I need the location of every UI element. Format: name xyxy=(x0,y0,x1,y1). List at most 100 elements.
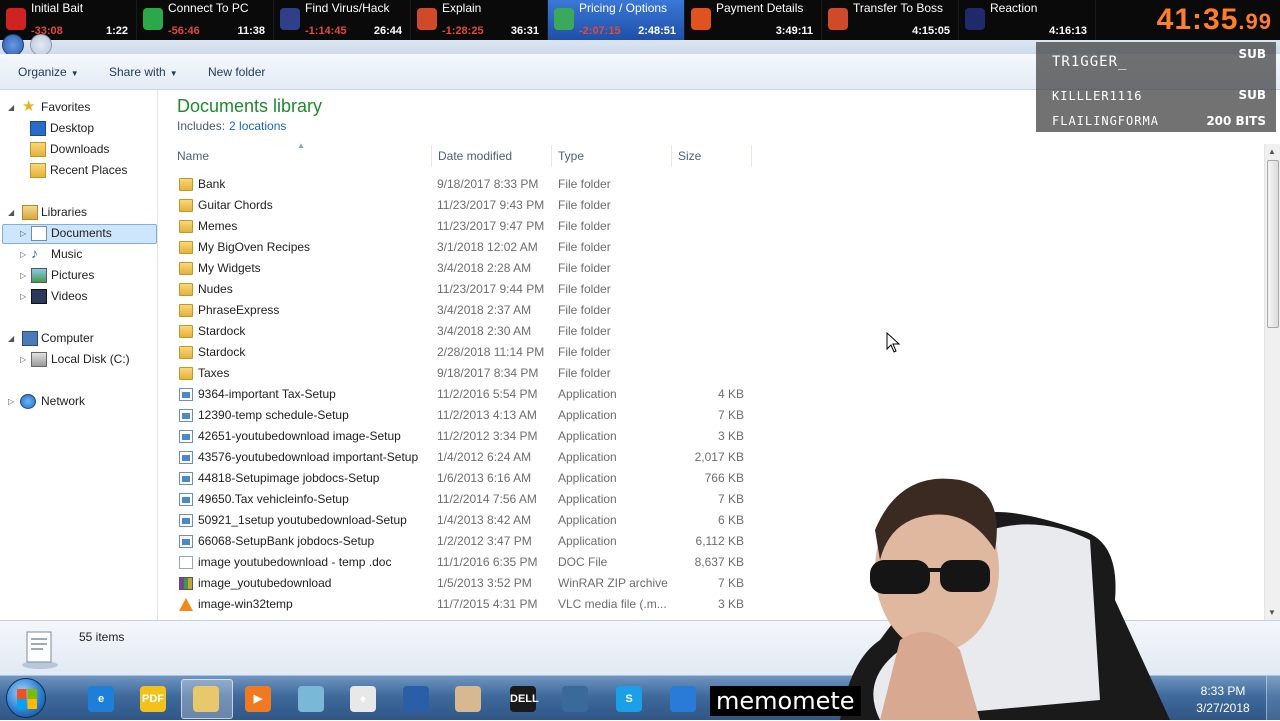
file-type: File folder xyxy=(558,177,611,191)
media-player-icon[interactable]: ▶ xyxy=(235,681,281,717)
expand-icon[interactable]: ▷ xyxy=(20,350,26,369)
file-row[interactable]: Memes 11/23/2017 9:47 PM File folder xyxy=(177,216,757,237)
explorer-icon-glyph xyxy=(193,686,219,712)
column-header-date[interactable]: Date modified xyxy=(438,149,512,163)
file-row[interactable]: Stardock 3/4/2018 2:30 AM File folder xyxy=(177,321,757,342)
documents-icon xyxy=(31,226,47,241)
app-icon xyxy=(179,409,193,422)
file-name: Nudes xyxy=(198,282,233,296)
dell-icon[interactable]: DELL xyxy=(500,681,546,717)
split-time: 2:48:51 xyxy=(638,25,676,37)
file-row[interactable]: My BigOven Recipes 3/1/2018 12:02 AM File … xyxy=(177,237,757,258)
solitaire-icon[interactable]: ♠ xyxy=(340,681,386,717)
file-name: 50921_1setup youtubedownload-Setup xyxy=(198,513,407,527)
column-header-size[interactable]: Size xyxy=(678,149,701,163)
file-row[interactable]: Nudes 11/23/2017 9:44 PM File folder xyxy=(177,279,757,300)
file-date: 2/28/2018 11:14 PM xyxy=(437,345,545,359)
share-with-button[interactable]: Share with ▼ xyxy=(109,65,178,79)
column-separator[interactable] xyxy=(751,145,752,167)
file-name: 43576-youtubedownload important-Setup xyxy=(198,450,419,464)
libraries-icon xyxy=(22,205,38,220)
file-size: 8,637 KB xyxy=(694,555,744,569)
browser-icon[interactable] xyxy=(660,681,706,717)
notepad-icon[interactable] xyxy=(288,681,334,717)
scrollbar-thumb[interactable] xyxy=(1267,160,1279,328)
split-delta: -1:28:25 xyxy=(442,25,484,37)
recent-places-icon xyxy=(30,163,46,178)
downloads-folder-icon xyxy=(30,142,46,157)
file-row[interactable]: Stardock 2/28/2018 11:14 PM File folder xyxy=(177,342,757,363)
back-button[interactable] xyxy=(2,34,24,56)
chevron-down-icon: ▼ xyxy=(169,69,178,78)
collapse-icon[interactable]: ◢ xyxy=(8,203,14,222)
file-row[interactable]: Bank 9/18/2017 8:33 PM File folder xyxy=(177,174,757,195)
file-row[interactable]: image-win32temp 11/7/2015 4:31 PM VLC medi… xyxy=(177,594,757,615)
app-icon xyxy=(179,451,193,464)
file-name: Stardock xyxy=(198,345,246,359)
file-date: 11/2/2016 5:54 PM xyxy=(437,387,538,401)
file-row[interactable]: Taxes 9/18/2017 8:34 PM File folder xyxy=(177,363,757,384)
browser-icon-glyph xyxy=(670,686,696,712)
system-clock[interactable]: 8:33 PM 3/27/2018 xyxy=(1190,683,1256,717)
file-type: File folder xyxy=(558,345,611,359)
expand-icon[interactable]: ▷ xyxy=(20,224,26,243)
column-header-name[interactable]: Name xyxy=(177,149,209,163)
file-row[interactable]: 9364-important Tax-Setup 11/2/2016 5:54 P… xyxy=(177,384,757,405)
scroll-up-icon[interactable]: ▲ xyxy=(1268,147,1276,156)
column-header-type[interactable]: Type xyxy=(558,149,584,163)
organize-button[interactable]: Organize ▼ xyxy=(18,65,79,79)
file-row[interactable]: image_youtubedownload 1/5/2013 3:52 PM Win… xyxy=(177,573,757,594)
show-desktop-button[interactable] xyxy=(1266,676,1280,721)
expand-icon[interactable]: ▷ xyxy=(20,245,26,264)
file-size: 3 KB xyxy=(717,597,744,611)
file-date: 1/2/2012 3:47 PM xyxy=(437,534,532,548)
file-size: 2,017 KB xyxy=(694,450,744,464)
file-row[interactable]: 42651-youtubedownload image-Setup 11/2/20… xyxy=(177,426,757,447)
file-type: File folder xyxy=(558,261,611,275)
file-row[interactable]: PhraseExpress 3/4/2018 2:37 AM File folder xyxy=(177,300,757,321)
file-row[interactable]: 44818-Setupimage jobdocs-Setup 1/6/2013 6… xyxy=(177,468,757,489)
file-type: Application xyxy=(558,534,617,548)
search-doc-icon[interactable] xyxy=(393,681,439,717)
file-name: PhraseExpress xyxy=(198,303,280,317)
app-icon xyxy=(179,430,193,443)
split-icon xyxy=(554,8,574,30)
file-row[interactable]: Guitar Chords 11/23/2017 9:43 PM File fold… xyxy=(177,195,757,216)
pdf-icon[interactable]: PDF xyxy=(130,681,176,717)
split-0: Initial Bait -33:08 1:22 xyxy=(0,0,137,40)
file-row[interactable]: 43576-youtubedownload important-Setup 1/4… xyxy=(177,447,757,468)
file-row[interactable]: 12390-temp schedule-Setup 11/2/2013 4:13 … xyxy=(177,405,757,426)
column-separator[interactable] xyxy=(551,145,552,167)
split-time: 4:16:13 xyxy=(1049,25,1087,37)
expand-icon[interactable]: ▷ xyxy=(8,392,14,411)
column-separator[interactable] xyxy=(671,145,672,167)
file-row[interactable]: My Widgets 3/4/2018 2:28 AM File folder xyxy=(177,258,757,279)
new-folder-button[interactable]: New folder xyxy=(208,65,265,79)
collapse-icon[interactable]: ◢ xyxy=(8,98,14,117)
file-row[interactable]: image youtubedownload - temp .doc 11/1/20… xyxy=(177,552,757,573)
pdf-icon-glyph: PDF xyxy=(140,686,166,712)
dell-icon-glyph: DELL xyxy=(510,686,539,712)
split-name: Payment Details xyxy=(716,1,804,15)
file-date: 11/1/2016 6:35 PM xyxy=(437,555,538,569)
collapse-icon[interactable]: ◢ xyxy=(8,329,14,348)
expand-icon[interactable]: ▷ xyxy=(20,266,26,285)
locations-link[interactable]: 2 locations xyxy=(229,119,286,133)
file-type: Application xyxy=(558,513,617,527)
column-separator[interactable] xyxy=(431,145,432,167)
file-row[interactable]: 66068-SetupBank jobdocs-Setup 1/2/2012 3:… xyxy=(177,531,757,552)
forward-button[interactable] xyxy=(30,34,52,56)
file-row[interactable]: 50921_1setup youtubedownload-Setup 1/4/20… xyxy=(177,510,757,531)
vertical-scrollbar[interactable]: ▲ ▼ xyxy=(1264,144,1280,620)
file-type: Application xyxy=(558,387,617,401)
ie-icon[interactable]: e xyxy=(78,681,124,717)
skype-icon[interactable]: S xyxy=(606,681,652,717)
explorer-icon[interactable] xyxy=(183,681,229,717)
start-button[interactable] xyxy=(6,678,46,718)
expand-icon[interactable]: ▷ xyxy=(20,287,26,306)
scroll-down-icon[interactable]: ▼ xyxy=(1268,608,1276,617)
remote-support-icon[interactable] xyxy=(552,681,598,717)
split-delta: -2:07:15 xyxy=(579,25,621,37)
file-row[interactable]: 49650.Tax vehicleinfo-Setup 11/2/2014 7:5… xyxy=(177,489,757,510)
paint-icon[interactable] xyxy=(445,681,491,717)
